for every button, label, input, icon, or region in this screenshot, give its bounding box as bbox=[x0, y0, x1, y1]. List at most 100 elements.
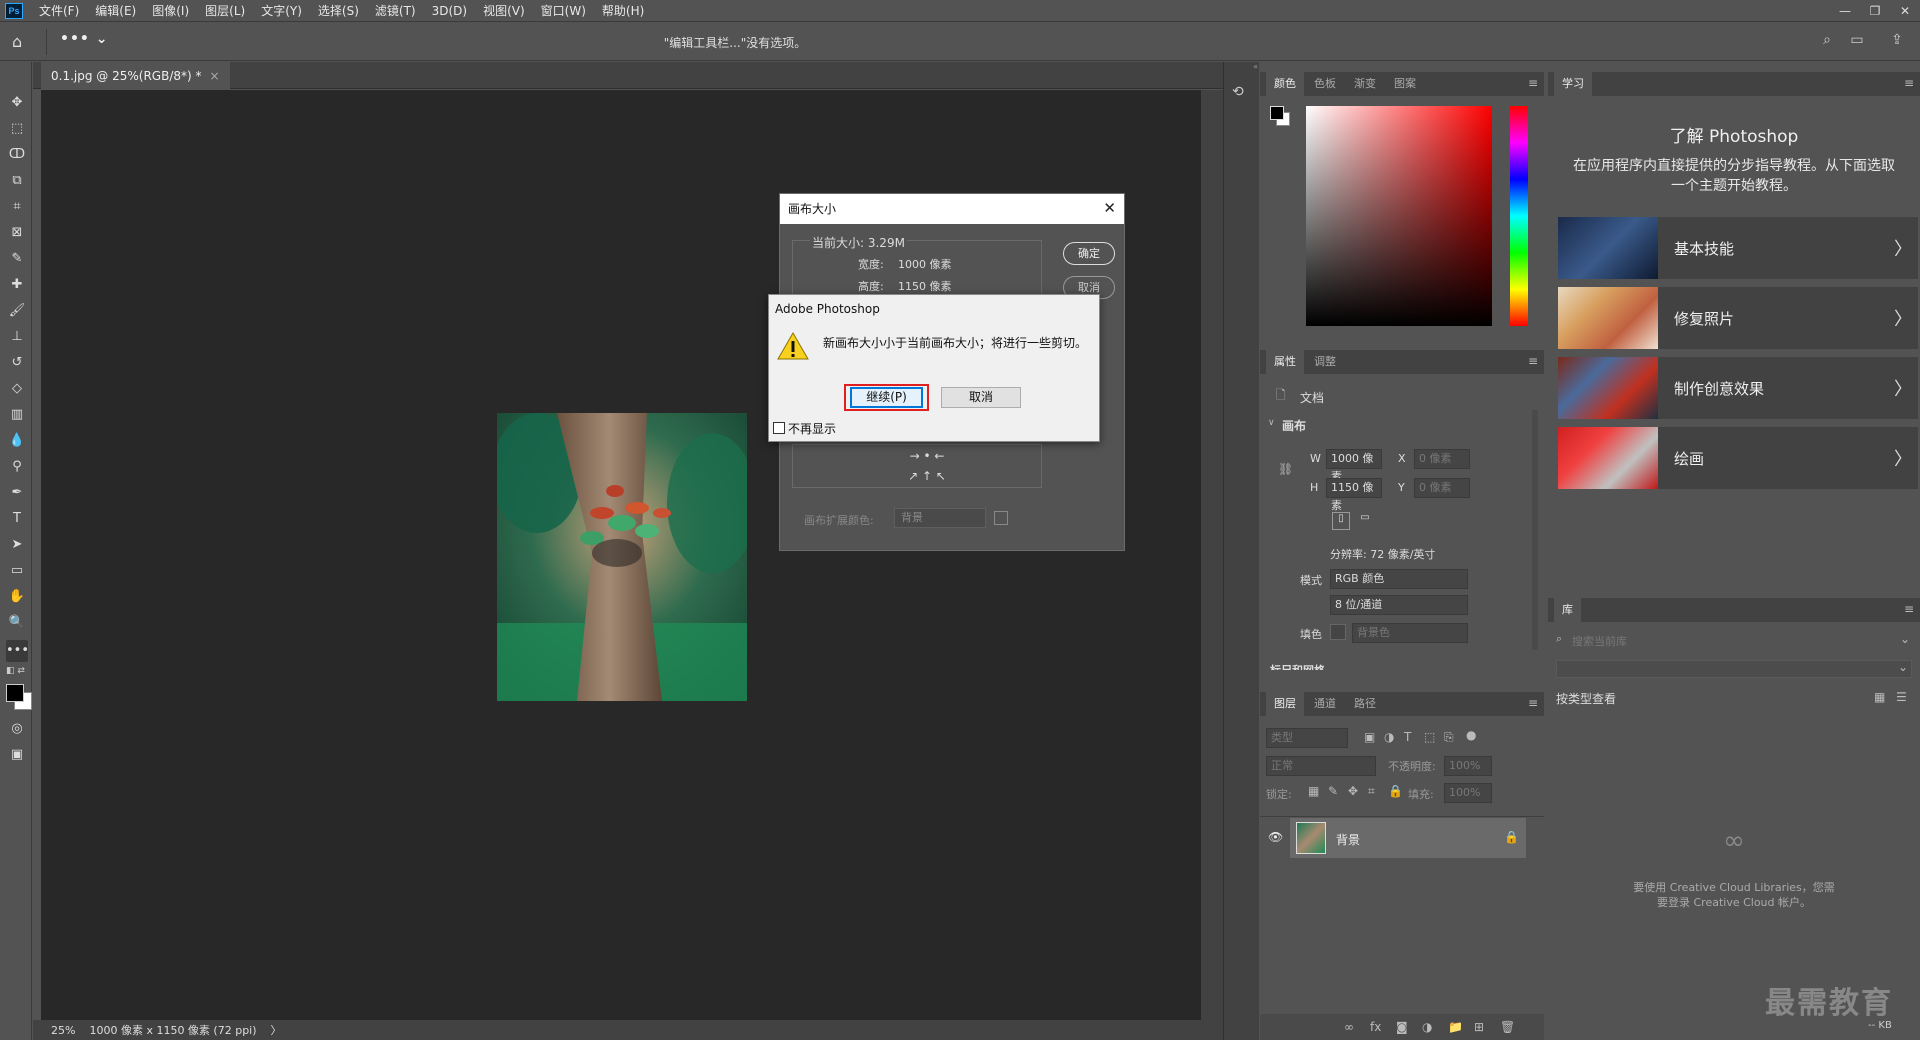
menu-select[interactable]: 选择(S) bbox=[310, 0, 367, 22]
alert-cancel-button[interactable]: 取消 bbox=[941, 387, 1021, 408]
lock-pixels-icon[interactable]: ▦ bbox=[1308, 784, 1319, 798]
menu-filter[interactable]: 滤镜(T) bbox=[367, 0, 424, 22]
layer-name[interactable]: 背景 bbox=[1336, 831, 1360, 848]
opacity-field[interactable]: 100% bbox=[1444, 756, 1492, 776]
status-menu-icon[interactable]: 〉 bbox=[271, 1022, 282, 1038]
learn-card-painting[interactable]: 绘画 〉 bbox=[1558, 427, 1918, 489]
blur-tool-icon[interactable]: 💧 bbox=[6, 430, 28, 452]
fill-field[interactable]: 100% bbox=[1444, 783, 1492, 803]
menu-window[interactable]: 窗口(W) bbox=[533, 0, 594, 22]
path-select-tool-icon[interactable]: ➤ bbox=[6, 534, 28, 556]
collapse-arrows-icon[interactable]: « bbox=[1222, 62, 1258, 71]
learn-card-basic[interactable]: 基本技能 〉 bbox=[1558, 217, 1918, 279]
landscape-icon[interactable]: ▭ bbox=[1356, 512, 1374, 530]
extension-color-swatch[interactable] bbox=[994, 511, 1008, 525]
panel-menu-icon[interactable]: ≡ bbox=[1904, 76, 1914, 90]
eraser-tool-icon[interactable]: ◇ bbox=[6, 378, 28, 400]
quick-mask-icon[interactable]: ◎ bbox=[6, 718, 28, 740]
visibility-eye-icon[interactable]: 👁 bbox=[1268, 830, 1283, 844]
dont-show-checkbox[interactable] bbox=[773, 422, 785, 434]
tab-color[interactable]: 颜色 bbox=[1266, 72, 1304, 96]
section-rulers-grids[interactable]: 标尺和网格 bbox=[1270, 662, 1325, 670]
tab-channels[interactable]: 通道 bbox=[1306, 692, 1344, 716]
portrait-icon[interactable]: ▯ bbox=[1332, 512, 1350, 530]
delete-layer-icon[interactable]: 🗑 bbox=[1500, 1020, 1515, 1034]
close-tab-icon[interactable]: × bbox=[210, 69, 220, 83]
search-icon[interactable]: ⌕ bbox=[1817, 32, 1837, 52]
zoom-tool-icon[interactable]: 🔍 bbox=[6, 612, 28, 634]
filter-type-icon[interactable]: T bbox=[1404, 730, 1411, 744]
menu-layer[interactable]: 图层(L) bbox=[197, 0, 253, 22]
filter-pixel-icon[interactable]: ▣ bbox=[1364, 730, 1375, 744]
mode-select[interactable]: RGB 颜色 bbox=[1330, 569, 1468, 589]
object-select-tool-icon[interactable]: ⧉ bbox=[6, 170, 28, 192]
filter-shape-icon[interactable]: ⬚ bbox=[1424, 730, 1435, 744]
menu-image[interactable]: 图像(I) bbox=[144, 0, 197, 22]
new-group-icon[interactable]: 📁 bbox=[1448, 1020, 1463, 1034]
tab-layers[interactable]: 图层 bbox=[1266, 692, 1304, 716]
hue-slider[interactable] bbox=[1510, 106, 1528, 326]
filter-toggle-icon[interactable]: ● bbox=[1466, 728, 1476, 742]
zoom-level[interactable]: 25% bbox=[51, 1024, 75, 1037]
continue-button[interactable]: 继续(P) bbox=[850, 387, 923, 408]
library-select[interactable] bbox=[1556, 660, 1912, 678]
pen-tool-icon[interactable]: ✒ bbox=[6, 482, 28, 504]
chevron-down-icon[interactable]: ⌄ bbox=[1900, 632, 1910, 646]
panel-menu-icon[interactable]: ≡ bbox=[1528, 354, 1538, 368]
stamp-tool-icon[interactable]: ⊥ bbox=[6, 326, 28, 348]
y-field[interactable]: 0 像素 bbox=[1414, 478, 1470, 498]
menu-edit[interactable]: 编辑(E) bbox=[87, 0, 144, 22]
menu-type[interactable]: 文字(Y) bbox=[253, 0, 310, 22]
filter-adjustment-icon[interactable]: ◑ bbox=[1384, 730, 1394, 744]
fx-icon[interactable]: fx bbox=[1370, 1020, 1381, 1034]
crop-tool-icon[interactable]: ⌗ bbox=[6, 196, 28, 218]
dodge-tool-icon[interactable]: ⚲ bbox=[6, 456, 28, 478]
history-brush-tool-icon[interactable]: ↺ bbox=[6, 352, 28, 374]
lock-artboard-icon[interactable]: ⌗ bbox=[1368, 784, 1375, 799]
view-by-select[interactable]: 按类型查看 bbox=[1556, 690, 1616, 707]
healing-brush-tool-icon[interactable]: ✚ bbox=[6, 274, 28, 296]
foreground-swatch[interactable] bbox=[1270, 106, 1284, 120]
tab-gradients[interactable]: 渐变 bbox=[1346, 72, 1384, 96]
grid-view-icon[interactable]: ▦ bbox=[1874, 690, 1885, 704]
panel-menu-icon[interactable]: ≡ bbox=[1528, 76, 1538, 90]
tab-patterns[interactable]: 图案 bbox=[1386, 72, 1424, 96]
tab-libraries[interactable]: 库 bbox=[1554, 598, 1581, 622]
lock-brush-icon[interactable]: ✎ bbox=[1328, 784, 1338, 798]
fill-select[interactable]: 背景色 bbox=[1352, 623, 1468, 643]
menu-view[interactable]: 视图(V) bbox=[475, 0, 533, 22]
history-panel-icon[interactable]: ⟲ bbox=[1232, 84, 1254, 106]
x-field[interactable]: 0 像素 bbox=[1414, 449, 1470, 469]
type-tool-icon[interactable]: T bbox=[6, 508, 28, 530]
move-tool-icon[interactable]: ✥ bbox=[6, 92, 28, 114]
library-search-input[interactable]: 搜索当前库 bbox=[1572, 633, 1627, 649]
frame-tool-icon[interactable]: ⊠ bbox=[6, 222, 28, 244]
tab-properties[interactable]: 属性 bbox=[1266, 350, 1304, 374]
lasso-tool-icon[interactable]: ↀ bbox=[6, 144, 28, 166]
filter-smart-icon[interactable]: ⎘ bbox=[1444, 730, 1454, 745]
depth-select[interactable]: 8 位/通道 bbox=[1330, 595, 1468, 615]
menu-help[interactable]: 帮助(H) bbox=[594, 0, 652, 22]
properties-scrollbar[interactable] bbox=[1532, 410, 1538, 650]
panel-menu-icon[interactable]: ≡ bbox=[1528, 696, 1538, 710]
menu-file[interactable]: 文件(F) bbox=[31, 0, 87, 22]
restore-icon[interactable]: ❐ bbox=[1860, 0, 1890, 22]
close-icon[interactable]: ✕ bbox=[1103, 199, 1116, 217]
link-icon[interactable]: ⛓ bbox=[1278, 462, 1293, 476]
link-layers-icon[interactable]: ∞ bbox=[1344, 1020, 1354, 1034]
share-icon[interactable]: ⇪ bbox=[1887, 32, 1907, 52]
marquee-tool-icon[interactable]: ⬚ bbox=[6, 118, 28, 140]
eyedropper-tool-icon[interactable]: ✎ bbox=[6, 248, 28, 270]
layer-filter-select[interactable]: 类型 bbox=[1266, 728, 1348, 748]
anchor-grid-icon[interactable]: → • ← ↗ ↑ ↖ bbox=[898, 446, 956, 486]
blend-mode-select[interactable]: 正常 bbox=[1266, 756, 1376, 776]
color-field[interactable] bbox=[1306, 106, 1492, 326]
screen-mode-icon[interactable]: ▣ bbox=[6, 744, 28, 766]
lock-all-icon[interactable]: 🔒 bbox=[1388, 784, 1403, 798]
learn-card-fix-photos[interactable]: 修复照片 〉 bbox=[1558, 287, 1918, 349]
edit-toolbar-icon[interactable]: ••• bbox=[6, 640, 29, 662]
tab-paths[interactable]: 路径 bbox=[1346, 692, 1384, 716]
canvas-scrollbar[interactable] bbox=[1201, 90, 1223, 1020]
adjustment-layer-icon[interactable]: ◑ bbox=[1422, 1020, 1432, 1034]
chevron-down-icon[interactable]: ∨ bbox=[1268, 418, 1275, 428]
